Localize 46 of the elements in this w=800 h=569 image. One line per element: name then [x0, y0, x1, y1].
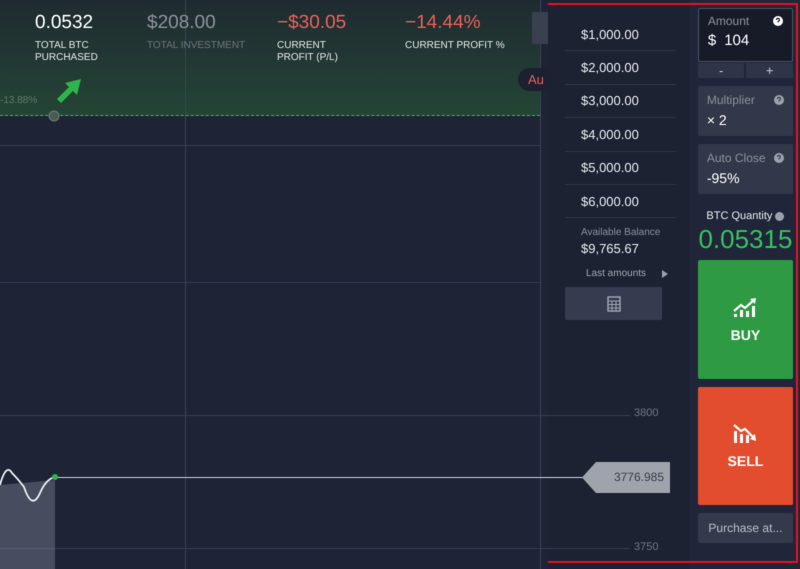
falling-chart-icon — [732, 423, 758, 443]
auto-close-value: -95% — [706, 170, 741, 186]
price-level-label: 3800 — [634, 407, 658, 419]
amount-preset[interactable]: $5,000.00 — [565, 152, 676, 185]
auto-close-field[interactable]: Auto Close -95% — [698, 144, 793, 194]
stat-label: TOTAL INVESTMENT — [147, 40, 246, 52]
buy-button[interactable]: BUY — [698, 260, 793, 379]
calculator-button[interactable] — [565, 287, 662, 320]
stat-label: TOTAL BTC PURCHASED — [35, 40, 99, 64]
amount-preset[interactable]: $4,000.00 — [565, 118, 676, 152]
currency-symbol: $ — [708, 32, 716, 49]
play-icon — [662, 270, 668, 278]
position-label: -13.88% — [0, 95, 38, 106]
rising-chart-icon — [732, 296, 758, 316]
amount-field[interactable]: Amount $ 104 — [698, 8, 793, 62]
calculator-icon — [606, 296, 620, 312]
multiplier-value: × 2 — [706, 112, 728, 128]
decrement-button[interactable]: - — [698, 63, 744, 78]
stat-label: CURRENT PROFIT (P/L) — [277, 40, 339, 64]
multiplier-field[interactable]: Multiplier × 2 — [698, 86, 793, 136]
stat-label: CURRENT PROFIT % — [405, 40, 505, 52]
amount-preset[interactable]: $2,000.00 — [565, 51, 676, 85]
balance-label: Available Balance — [581, 227, 662, 238]
price-level-label: 3750 — [634, 541, 658, 553]
amount-preset[interactable]: $6,000.00 — [565, 184, 676, 218]
stat-value: 0.0532 — [35, 12, 94, 34]
stat-value: −14.44% — [405, 12, 481, 34]
amount-preset[interactable]: $1,000.00 — [565, 18, 676, 52]
current-price-tag: 3776.985 — [582, 462, 670, 493]
amount-preset[interactable]: $3,000.00 — [565, 84, 676, 118]
amount-value: 104 — [724, 32, 750, 49]
stat-value: −$30.05 — [277, 12, 346, 34]
stat-value: $208.00 — [147, 12, 216, 34]
amount-label: Amount — [708, 14, 750, 28]
up-arrow-icon — [55, 77, 83, 103]
purchase-at-button[interactable]: Purchase at... — [698, 513, 793, 543]
sell-button[interactable]: SELL — [698, 387, 793, 505]
position-marker-icon — [48, 110, 60, 122]
balance-value: $9,765.67 — [581, 241, 640, 256]
btc-quantity-label: BTC Quantity — [706, 210, 772, 222]
last-amounts-link[interactable]: Last amounts — [586, 268, 646, 280]
multiplier-label: Multiplier — [706, 93, 755, 107]
increment-button[interactable]: + — [746, 63, 794, 78]
btc-quantity-value: 0.05315 — [698, 224, 793, 255]
auto-close-label: Auto Close — [706, 151, 766, 165]
auto-pill[interactable]: Au — [518, 68, 552, 91]
